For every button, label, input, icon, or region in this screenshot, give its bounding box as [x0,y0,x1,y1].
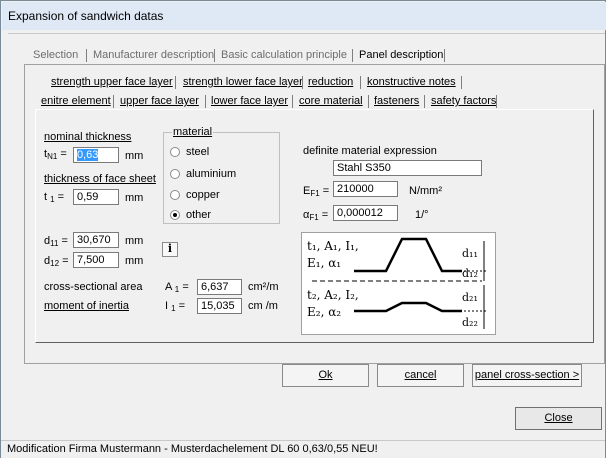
panel-cross-section-button[interactable]: panel cross-section > [472,364,582,387]
status-text: Modification Firma Mustermann - Musterda… [7,443,378,455]
tab-strength-upper-face[interactable]: strength upper face layer [48,74,176,91]
ef1-label: EF1 = [303,185,330,198]
tab-separator [444,49,445,62]
tab-reduction[interactable]: reduction [305,74,356,91]
moment-of-inertia-label: moment of inertia [44,300,129,312]
material-group-label: material [172,126,214,138]
steel-label[interactable]: steel [186,146,209,158]
af1-label: αF1 = [303,209,329,222]
tn1-label: tN1 = [44,148,67,161]
af1-unit: 1/° [415,209,429,221]
t1-label: t 1 = [44,191,65,204]
t1-input[interactable]: 0,59 [73,189,119,205]
tab-fasteners[interactable]: fasteners [371,93,422,110]
lower-layer-params: t₂, A₂, I₂, [307,288,359,302]
d11-unit: mm [125,235,144,247]
d12-label: d12 = [44,255,69,268]
tab-selection[interactable]: Selection [30,47,81,64]
steel-radio[interactable] [170,147,180,157]
tab-separator [175,76,176,89]
upper-layer-material: E₁, α₁ [307,256,342,270]
d22-dim-label: d₂₂ [462,316,478,329]
aluminium-label[interactable]: aluminium [186,168,236,180]
tab-separator [292,95,293,108]
i1-unit: cm /m [248,300,278,312]
d11-dim-label: d₁₁ [462,247,478,260]
d11-input[interactable]: 30,670 [73,232,119,248]
material-expression-input[interactable]: Stahl S350 [333,160,482,176]
a1-label: A 1 = [165,281,189,294]
face-sheet-thickness-label: thickness of face sheet [44,173,156,185]
d11-label: d11 = [44,235,68,248]
t1-unit: mm [125,192,144,204]
other-radio[interactable] [170,210,180,220]
close-button[interactable]: Close [515,407,602,430]
copper-label[interactable]: copper [186,189,220,201]
info-button[interactable]: i [162,242,178,257]
cross-sectional-area-label: cross-sectional area [44,281,143,293]
ef1-input[interactable]: 210000 [333,181,398,197]
i1-input[interactable]: 15,035 [197,298,242,314]
tab-separator [360,76,361,89]
status-bar: Modification Firma Mustermann - Musterda… [1,440,605,458]
tab-safety-factors[interactable]: safety factors [428,93,499,110]
tab-separator [461,76,462,89]
aluminium-radio[interactable] [170,169,180,179]
tab-separator [424,95,425,108]
d21-dim-label: d₂₁ [462,291,478,304]
tab-manufacturer-description[interactable]: Manufacturer description [90,47,217,64]
tn1-unit: mm [125,150,144,162]
tab-konstructive-notes[interactable]: konstructive notes [364,74,459,91]
other-label[interactable]: other [186,209,211,221]
tab-separator [302,76,303,89]
d12-unit: mm [125,255,144,267]
tn1-input[interactable]: 0,63 [73,147,119,163]
lower-layer-material: E₂, α₂ [307,305,342,319]
ef1-unit: N/mm² [409,185,442,197]
title-bar[interactable]: Expansion of sandwich datas [2,2,606,30]
tab-separator [352,49,353,62]
tab-strength-lower-face[interactable]: strength lower face layer [180,74,306,91]
a1-unit: cm²/m [248,281,279,293]
tab-separator [214,49,215,62]
a1-input[interactable]: 6,637 [197,279,242,295]
tab-upper-face-layer[interactable]: upper face layer [117,93,202,110]
window-title: Expansion of sandwich datas [8,9,164,23]
tab-separator [86,49,87,62]
i1-label: I 1 = [165,300,186,313]
tab-core-material[interactable]: core material [296,93,366,110]
definite-material-label: definite material expression [303,145,437,157]
tab-entire-element[interactable]: enitre element [38,93,114,110]
tab-separator [496,95,497,108]
cancel-button[interactable]: cancel [377,364,464,387]
tab-lower-face-layer[interactable]: lower face layer [208,93,291,110]
tab-separator [205,95,206,108]
tab-basic-calculation-principle[interactable]: Basic calculation principle [218,47,350,64]
tab-separator [113,95,114,108]
cross-section-diagram: t₁, A₁, I₁, E₁, α₁ t₂, A₂, I₂, E₂, α₂ d₁… [301,232,496,335]
af1-input[interactable]: 0,000012 [333,205,398,221]
d12-dim-label: d₁₂ [462,267,478,280]
copper-radio[interactable] [170,190,180,200]
upper-layer-params: t₁, A₁, I₁, [307,239,359,253]
ok-button[interactable]: Ok [282,364,369,387]
tab-panel-description[interactable]: Panel description [356,47,446,64]
d12-input[interactable]: 7,500 [73,252,119,268]
tab-separator [368,95,369,108]
nominal-thickness-label: nominal thickness [44,131,132,143]
